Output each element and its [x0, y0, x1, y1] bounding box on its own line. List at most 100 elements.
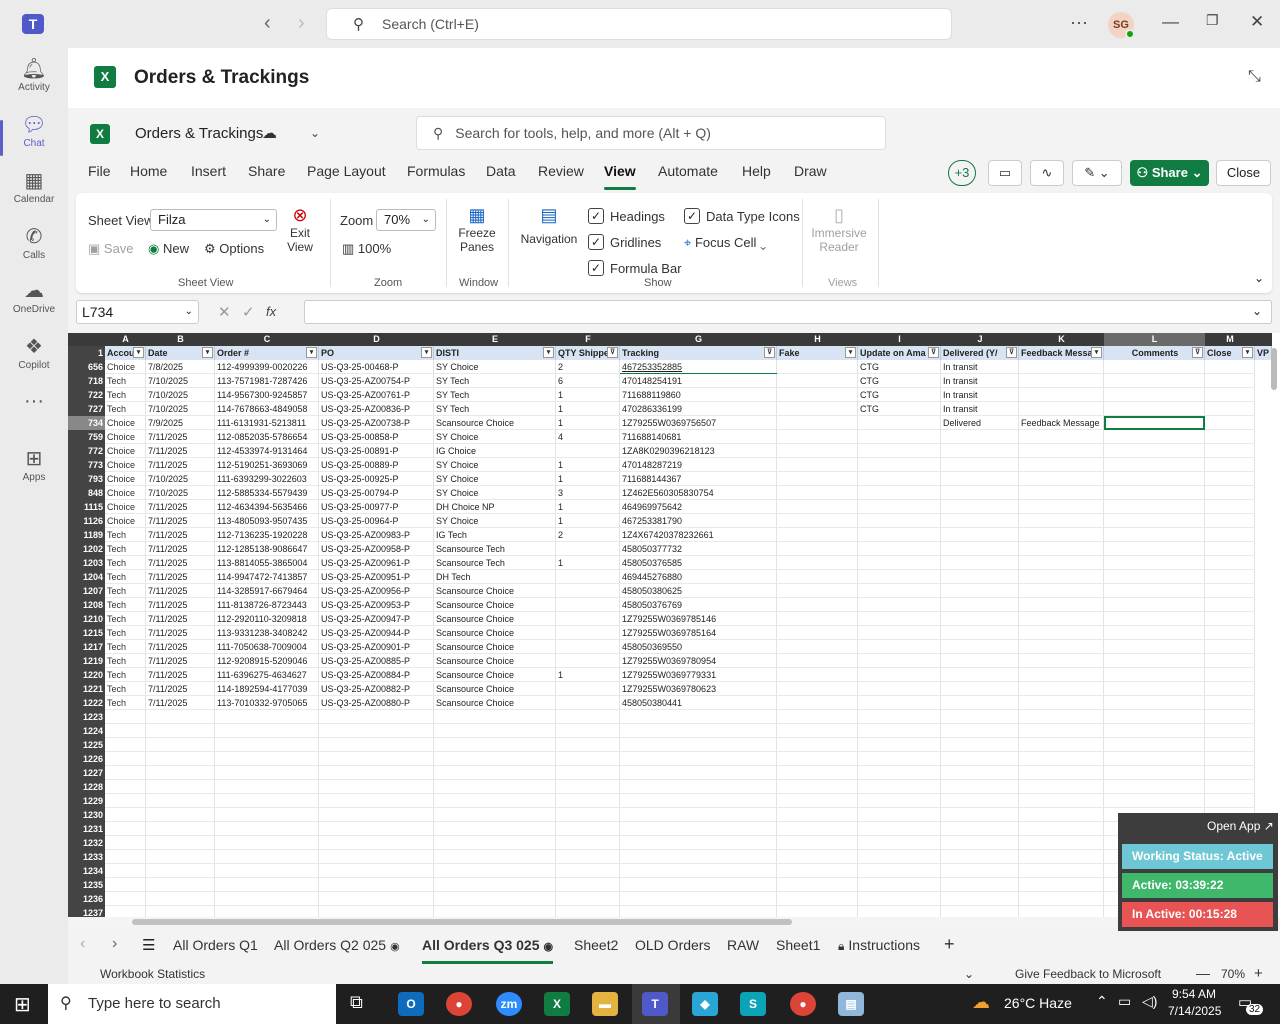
sheet-tab-old-orders[interactable]: OLD Orders	[635, 937, 710, 953]
cell[interactable]	[941, 458, 1019, 472]
cell[interactable]: Choice	[105, 472, 146, 486]
row-header[interactable]: 1234	[68, 864, 105, 878]
cell[interactable]: Scansource Choice	[434, 668, 556, 682]
cell[interactable]: US-Q3-25-AZ00947-P	[319, 612, 434, 626]
cell[interactable]	[1019, 472, 1104, 486]
filter-dropdown-icon[interactable]: ▾	[1091, 347, 1102, 358]
cell[interactable]	[777, 528, 858, 542]
windows-start-icon[interactable]: ⊞	[14, 992, 31, 1017]
chevron-down-icon[interactable]: ⌄	[310, 126, 320, 140]
cell[interactable]	[1205, 458, 1255, 472]
cell[interactable]: 7/11/2025	[146, 556, 215, 570]
cell[interactable]	[777, 612, 858, 626]
cell[interactable]	[1104, 584, 1205, 598]
cell[interactable]	[1019, 696, 1104, 710]
cell[interactable]	[434, 724, 556, 738]
cell[interactable]	[858, 640, 941, 654]
cell[interactable]	[319, 892, 434, 906]
cell[interactable]	[319, 822, 434, 836]
cell[interactable]	[1205, 500, 1255, 514]
cell[interactable]: 112-5190251-3693069	[215, 458, 319, 472]
cell[interactable]	[1104, 388, 1205, 402]
cell[interactable]	[146, 878, 215, 892]
cell[interactable]	[941, 500, 1019, 514]
cell[interactable]	[858, 514, 941, 528]
cell[interactable]	[556, 780, 620, 794]
sheet-tab-sheet1[interactable]: Sheet1	[776, 937, 820, 953]
cell[interactable]: 7/11/2025	[146, 430, 215, 444]
cell[interactable]	[1205, 738, 1255, 752]
cell[interactable]	[1104, 528, 1205, 542]
cell[interactable]: 112-2920110-3209818	[215, 612, 319, 626]
cell[interactable]	[1104, 486, 1205, 500]
cell[interactable]: 7/11/2025	[146, 584, 215, 598]
immersive-reader-button[interactable]: ▯ Immersive Reader	[808, 205, 870, 254]
excel-taskbar-icon[interactable]: X	[544, 992, 570, 1016]
menu-help[interactable]: Help	[742, 163, 771, 179]
cell[interactable]: 464969975642	[620, 500, 777, 514]
cell[interactable]	[146, 766, 215, 780]
cell[interactable]	[941, 444, 1019, 458]
cell[interactable]	[777, 374, 858, 388]
cell[interactable]	[777, 766, 858, 780]
cell[interactable]	[556, 724, 620, 738]
cell[interactable]	[105, 892, 146, 906]
cell[interactable]	[1104, 612, 1205, 626]
cell[interactable]: SY Tech	[434, 388, 556, 402]
header-cell-12[interactable]: Close ▾	[1205, 346, 1255, 360]
app-diamond-icon[interactable]: ◆	[692, 992, 718, 1016]
cell[interactable]	[146, 794, 215, 808]
sheet-tab-instructions[interactable]: 🔒︎ Instructions	[838, 937, 920, 954]
cell[interactable]	[556, 752, 620, 766]
cell[interactable]	[1205, 584, 1255, 598]
cell[interactable]	[620, 710, 777, 724]
row-header[interactable]: 1227	[68, 766, 105, 780]
cell[interactable]: Delivered	[941, 416, 1019, 430]
cell[interactable]: 1Z79255W0369780954	[620, 654, 777, 668]
row-header[interactable]: 1217	[68, 640, 105, 654]
cell[interactable]	[941, 598, 1019, 612]
cell[interactable]	[319, 864, 434, 878]
cell[interactable]	[858, 528, 941, 542]
cell[interactable]	[858, 598, 941, 612]
row-header[interactable]: 718	[68, 374, 105, 388]
cell[interactable]	[556, 822, 620, 836]
cell[interactable]	[319, 738, 434, 752]
cell[interactable]: 7/11/2025	[146, 640, 215, 654]
row-header[interactable]: 1229	[68, 794, 105, 808]
cell[interactable]: Scansource Choice	[434, 416, 556, 430]
cell[interactable]	[1019, 780, 1104, 794]
menu-file[interactable]: File	[88, 163, 111, 179]
cell[interactable]	[1019, 444, 1104, 458]
cell[interactable]	[620, 780, 777, 794]
cell[interactable]	[215, 738, 319, 752]
cell[interactable]	[777, 500, 858, 514]
cell[interactable]	[941, 486, 1019, 500]
cell[interactable]: 7/10/2025	[146, 402, 215, 416]
cell[interactable]	[1205, 654, 1255, 668]
cell[interactable]	[1104, 766, 1205, 780]
cell[interactable]: 7/11/2025	[146, 542, 215, 556]
cell[interactable]	[1019, 878, 1104, 892]
cell[interactable]	[941, 430, 1019, 444]
cell[interactable]: Tech	[105, 556, 146, 570]
cell[interactable]	[556, 682, 620, 696]
expand-formula-icon[interactable]: ⌄	[1252, 304, 1262, 318]
taskbar-search-input[interactable]: ⚲ Type here to search	[48, 984, 336, 1024]
cell[interactable]	[1205, 416, 1255, 430]
cell[interactable]	[1019, 640, 1104, 654]
cell[interactable]: 458050380441	[620, 696, 777, 710]
cell[interactable]: 470286336199	[620, 402, 777, 416]
row-header[interactable]: 1225	[68, 738, 105, 752]
cell[interactable]: 113-4805093-9507435	[215, 514, 319, 528]
header-cell-6[interactable]: Tracking ⊽	[620, 346, 777, 360]
cell[interactable]	[777, 598, 858, 612]
row-header[interactable]: 1220	[68, 668, 105, 682]
cell[interactable]: 458050377732	[620, 542, 777, 556]
menu-share[interactable]: Share	[248, 163, 285, 179]
column-header-F[interactable]: F	[556, 333, 620, 346]
cell[interactable]	[1019, 654, 1104, 668]
cell[interactable]: 1	[556, 402, 620, 416]
cell[interactable]: 1	[556, 416, 620, 430]
cell[interactable]: Choice	[105, 500, 146, 514]
